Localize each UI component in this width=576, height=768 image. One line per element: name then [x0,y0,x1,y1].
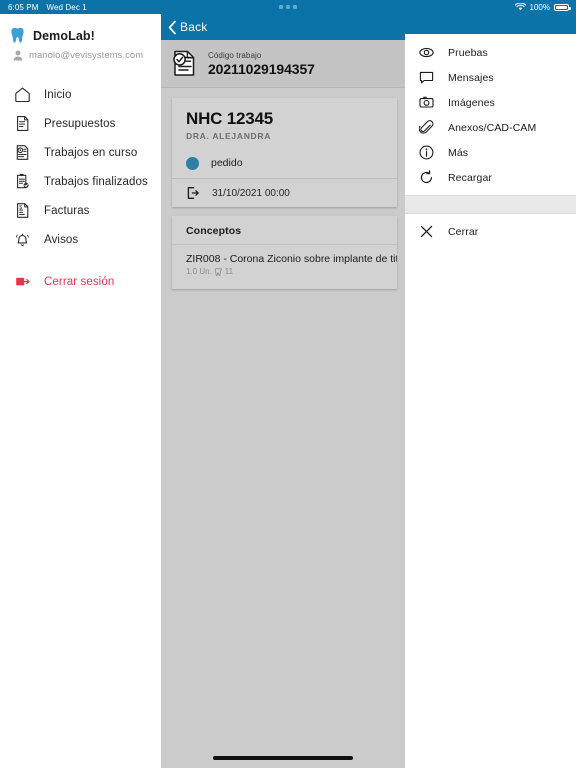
menu-item-label: Cerrar [448,225,479,238]
concepts-card: Conceptos ZIR008 - Corona Ziconio sobre … [172,216,397,289]
home-indicator [213,756,353,760]
eye-icon [419,45,434,60]
sidebar-item-label: Cerrar sesión [44,275,115,288]
job-code-label: Código trabajo [208,50,262,60]
sidebar-item-facturas[interactable]: $ Facturas [0,196,161,225]
battery-icon [554,3,571,11]
sidebar-nav: Inicio Presupuestos Trabajos en curso Tr… [0,80,161,296]
back-button[interactable]: Back [161,14,405,40]
refresh-icon [419,170,434,185]
job-date-row: 31/10/2021 00:00 [172,179,397,207]
menu-item-recargar[interactable]: Recargar [405,165,576,190]
chevron-left-icon [168,20,177,35]
job-document-check-icon [171,49,198,78]
status-bar-right: 100% [514,2,571,12]
menu-item-anexos-cad-cam[interactable]: Anexos/CAD-CAM [405,115,576,140]
context-menu-pane: Pruebas Mensajes Imágenes Anexos/CAD-CAM [405,0,576,768]
detail-pane: Back Código trabajo 20211029194357 NHC 1… [161,0,405,768]
close-x-icon [419,224,434,239]
paperclip-icon [419,120,434,135]
back-label: Back [180,20,208,34]
indicator-dot [293,5,297,9]
tooth-icon [214,267,222,276]
concept-item[interactable]: ZIR008 - Corona Ziconio sobre implante d… [172,245,397,276]
brand-name: DemoLab! [33,28,95,43]
chat-bubble-icon [419,70,434,85]
menu-item-pruebas[interactable]: Pruebas [405,40,576,65]
job-status-row: pedido [172,148,397,178]
concept-tooth-number: 11 [224,267,234,276]
sidebar-item-label: Trabajos en curso [44,146,138,159]
concept-quantity: 1.0 Un. [186,267,212,276]
app-root: 6:05 PM Wed Dec 1 100% DemoLab! manolo@v… [0,0,576,768]
status-bar: 6:05 PM Wed Dec 1 100% [0,0,576,14]
menu-item-label: Recargar [448,171,492,184]
sidebar-item-label: Trabajos finalizados [44,175,148,188]
sidebar-item-label: Avisos [44,233,79,246]
menu-top-strip [405,14,576,34]
sidebar-item-trabajos-finalizados[interactable]: Trabajos finalizados [0,167,161,196]
sidebar-item-label: Inicio [44,88,72,101]
menu-item-imagenes[interactable]: Imágenes [405,90,576,115]
invoice-icon: $ [14,202,31,219]
exit-arrow-icon [186,186,200,200]
sidebar-item-presupuestos[interactable]: Presupuestos [0,109,161,138]
sidebar-item-trabajos-en-curso[interactable]: Trabajos en curso [0,138,161,167]
status-badge [186,156,199,170]
job-doctor: DRA. ALEJANDRA [186,131,272,141]
home-icon [14,86,31,103]
document-icon [14,115,31,132]
person-icon [13,50,23,61]
bell-icon [14,231,31,248]
menu-item-label: Anexos/CAD-CAM [448,121,537,134]
menu-item-mas[interactable]: Más [405,140,576,165]
sidebar-item-cerrar-sesion[interactable]: Cerrar sesión [0,267,161,296]
info-circle-icon [419,145,434,160]
job-code-value: 20211029194357 [208,60,315,77]
job-title: NHC 12345 [186,109,274,128]
indicator-dot [286,5,290,9]
menu-item-label: Mensajes [448,71,494,84]
concepts-title: Conceptos [186,225,242,237]
menu-item-label: Imágenes [448,96,495,109]
clipboard-check-icon [14,173,31,190]
job-code-text: Código trabajo 20211029194357 [208,51,315,77]
svg-text:$: $ [19,205,22,211]
menu-item-cerrar[interactable]: Cerrar [405,219,576,244]
account-row: manolo@vevisystems.com [0,44,161,61]
sidebar: DemoLab! manolo@vevisystems.com Inicio P… [0,0,161,768]
brand: DemoLab! [0,14,161,44]
battery-percent: 100% [529,2,550,12]
wifi-icon [514,3,526,11]
sidebar-item-inicio[interactable]: Inicio [0,80,161,109]
job-date: 31/10/2021 00:00 [212,187,290,199]
menu-item-mensajes[interactable]: Mensajes [405,65,576,90]
indicator-dot [279,5,283,9]
sidebar-item-label: Facturas [44,204,90,217]
status-bar-left: 6:05 PM Wed Dec 1 [0,3,87,12]
sidebar-item-avisos[interactable]: Avisos [0,225,161,254]
menu-separator-band [405,196,576,213]
status-time: 6:05 PM [8,2,39,12]
logout-icon [14,273,31,290]
status-label: pedido [211,157,243,169]
sidebar-item-label: Presupuestos [44,117,116,130]
work-in-progress-icon [14,144,31,161]
concept-meta: 1.0 Un. 11 [172,265,397,276]
account-email: manolo@vevisystems.com [29,50,144,61]
menu-item-label: Más [448,146,469,159]
camera-icon [419,95,434,110]
job-code-header: Código trabajo 20211029194357 [161,40,405,88]
status-date: Wed Dec 1 [46,2,87,12]
status-bar-indicator-dots [279,5,297,9]
tooth-icon [11,27,26,44]
menu-item-label: Pruebas [448,46,488,59]
job-summary-card: NHC 12345 DRA. ALEJANDRA pedido 31/10/20… [172,98,397,207]
concept-description: ZIR008 - Corona Ziconio sobre implante d… [186,253,397,265]
